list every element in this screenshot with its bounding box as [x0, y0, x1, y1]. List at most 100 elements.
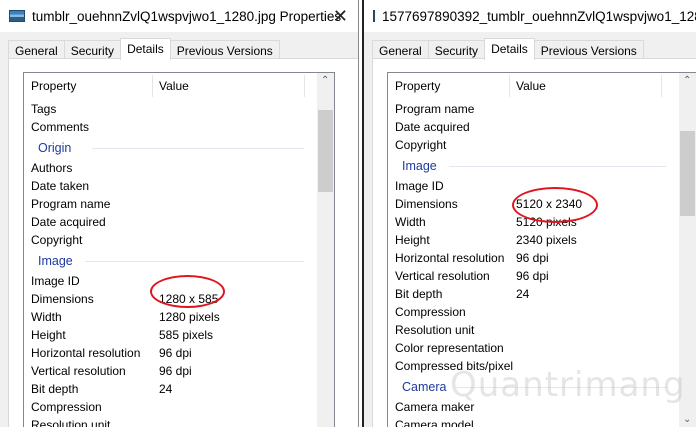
property-value: 96 dpi [516, 269, 549, 283]
property-row[interactable]: Tags [24, 100, 334, 118]
property-name: Copyright [395, 138, 447, 152]
property-row[interactable]: Date acquired [24, 213, 334, 231]
property-value: 96 dpi [159, 346, 192, 360]
property-row[interactable]: Height 2340 pixels [388, 231, 696, 249]
property-name: Vertical resolution [31, 364, 126, 378]
property-row[interactable]: Authors [24, 159, 334, 177]
property-value: 585 pixels [159, 328, 214, 342]
column-header-property[interactable]: Property [31, 79, 76, 93]
title-bar: tumblr_ouehnnZvlQ1wspvjwo1_1280.jpg Prop… [0, 0, 358, 32]
property-row[interactable]: Program name [388, 100, 696, 118]
highlight-ellipse [150, 275, 225, 308]
vertical-scrollbar[interactable]: ⌃ [317, 73, 334, 427]
property-row[interactable]: Comments [24, 118, 334, 136]
property-name: Bit depth [395, 287, 443, 301]
properties-window-left: tumblr_ouehnnZvlQ1wspvjwo1_1280.jpg Prop… [0, 0, 359, 427]
property-row[interactable]: Program name [24, 195, 334, 213]
property-name: Comments [31, 120, 90, 134]
property-name: Width [31, 310, 62, 324]
property-row[interactable]: Date acquired [388, 118, 696, 136]
window-title: tumblr_ouehnnZvlQ1wspvjwo1_1280.jpg Prop… [32, 8, 342, 24]
property-name: Compression [395, 305, 466, 319]
property-name: Vertical resolution [395, 269, 490, 283]
property-name: Bit depth [31, 382, 79, 396]
list-header: Property Value [388, 73, 696, 100]
property-row[interactable]: Compression [24, 398, 334, 416]
property-row[interactable]: Bit depth 24 [24, 380, 334, 398]
property-row[interactable]: Camera model [388, 416, 696, 427]
scroll-up-icon[interactable]: ⌃ [321, 75, 329, 86]
property-row[interactable]: Date taken [24, 177, 334, 195]
scroll-up-icon[interactable]: ⌃ [683, 75, 691, 86]
property-name: Horizontal resolution [395, 251, 505, 265]
group-label: Camera [402, 380, 447, 394]
property-row[interactable]: Horizontal resolution 96 dpi [388, 249, 696, 267]
details-panel: Property Value Tags Comments Origin Authors… [8, 58, 358, 427]
tab-security[interactable]: Security [427, 40, 486, 60]
scrollbar-thumb[interactable] [680, 131, 695, 216]
property-row[interactable]: Compression [388, 303, 696, 321]
image-file-icon [9, 10, 25, 22]
property-name: Authors [31, 161, 73, 175]
title-bar: 1577697890392_tumblr_ouehnnZvlQ1wspvjwo1… [364, 0, 696, 32]
property-value: 1280 pixels [159, 310, 220, 324]
list-header: Property Value [24, 73, 334, 100]
close-button[interactable]: ✕ [333, 6, 348, 27]
group-header: Origin [24, 136, 334, 159]
property-value: 24 [159, 382, 173, 396]
property-name: Height [31, 328, 66, 342]
column-header-value[interactable]: Value [159, 79, 189, 93]
property-row[interactable]: Copyright [24, 231, 334, 249]
property-value: 2340 pixels [516, 233, 577, 247]
property-name: Resolution unit [395, 323, 475, 337]
scrollbar-thumb[interactable] [318, 110, 333, 192]
property-name: Resolution unit [31, 418, 111, 427]
group-header: Image [388, 154, 696, 177]
property-name: Color representation [395, 341, 504, 355]
property-row[interactable]: Height 585 pixels [24, 326, 334, 344]
properties-window-right: 1577697890392_tumblr_ouehnnZvlQ1wspvjwo1… [362, 0, 696, 427]
property-value: 96 dpi [159, 364, 192, 378]
property-name: Dimensions [31, 292, 94, 306]
property-name: Image ID [395, 179, 444, 193]
property-name: Tags [31, 102, 57, 116]
column-header-property[interactable]: Property [395, 79, 440, 93]
window-title: 1577697890392_tumblr_ouehnnZvlQ1wspvjwo1… [382, 8, 696, 24]
property-row[interactable]: Copyright [388, 136, 696, 154]
group-header: Image [24, 249, 334, 272]
property-name: Program name [395, 102, 475, 116]
property-list: Property Value Tags Comments Origin Authors… [23, 72, 335, 427]
property-name: Image ID [31, 274, 80, 288]
scroll-down-icon[interactable]: ⌄ [683, 414, 691, 425]
property-value: 96 dpi [516, 251, 549, 265]
group-label: Image [402, 159, 437, 173]
tab-general[interactable]: General [8, 40, 65, 60]
property-row[interactable]: Color representation [388, 339, 696, 357]
tab-bar: General Security Details Previous Versio… [8, 38, 280, 60]
property-name: Width [395, 215, 426, 229]
tab-details[interactable]: Details [120, 38, 171, 60]
property-name: Date taken [31, 179, 90, 193]
property-row[interactable]: Bit depth 24 [388, 285, 696, 303]
group-label: Origin [38, 141, 72, 155]
property-row[interactable]: Horizontal resolution 96 dpi [24, 344, 334, 362]
group-label: Image [38, 254, 73, 268]
column-header-value[interactable]: Value [516, 79, 546, 93]
tab-details[interactable]: Details [484, 38, 535, 60]
property-row[interactable]: Resolution unit [24, 416, 334, 427]
watermark: Quantrimang [450, 365, 686, 405]
property-row[interactable]: Width 1280 pixels [24, 308, 334, 326]
property-name: Compression [31, 400, 102, 414]
property-name: Date acquired [31, 215, 106, 229]
tab-previous-versions[interactable]: Previous Versions [169, 40, 280, 60]
property-name: Horizontal resolution [31, 346, 141, 360]
property-value: 24 [516, 287, 530, 301]
property-name: Camera model [395, 418, 474, 427]
tab-security[interactable]: Security [63, 40, 122, 60]
property-row[interactable]: Vertical resolution 96 dpi [24, 362, 334, 380]
tab-general[interactable]: General [372, 40, 429, 60]
property-row[interactable]: Vertical resolution 96 dpi [388, 267, 696, 285]
tab-previous-versions[interactable]: Previous Versions [533, 40, 644, 60]
property-name: Dimensions [395, 197, 458, 211]
property-row[interactable]: Resolution unit [388, 321, 696, 339]
